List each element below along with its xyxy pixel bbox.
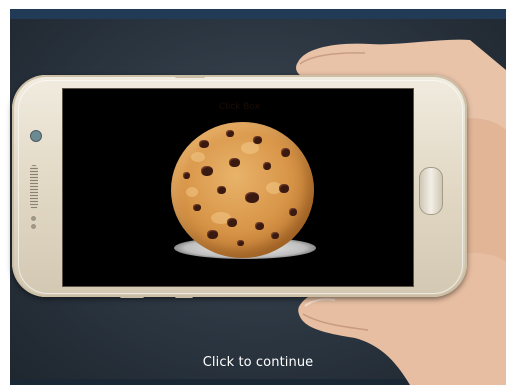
volume-button bbox=[175, 75, 205, 78]
continue-prompt[interactable]: Click to continue bbox=[0, 355, 516, 370]
power-button bbox=[120, 295, 144, 298]
side-button bbox=[175, 295, 193, 298]
sensor-dot bbox=[31, 224, 36, 229]
sensor-dot bbox=[31, 216, 36, 221]
cookie-image[interactable] bbox=[171, 122, 314, 258]
phone-screen[interactable] bbox=[63, 89, 413, 286]
speaker-grille bbox=[30, 165, 38, 209]
front-camera-icon bbox=[30, 130, 42, 142]
home-button bbox=[419, 167, 443, 215]
click-box-label[interactable]: Click Box bbox=[219, 102, 260, 112]
